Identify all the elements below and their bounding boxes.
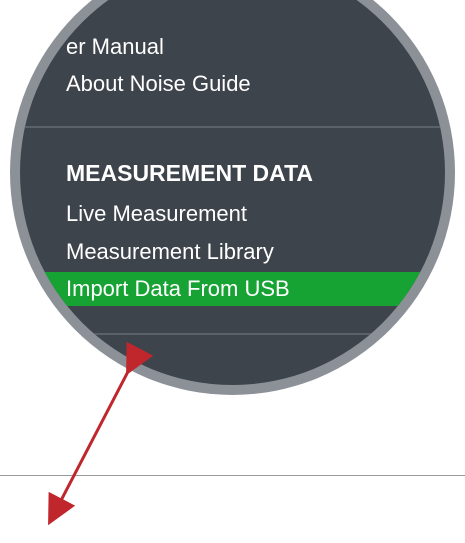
annotation-arrow-icon <box>48 341 154 526</box>
